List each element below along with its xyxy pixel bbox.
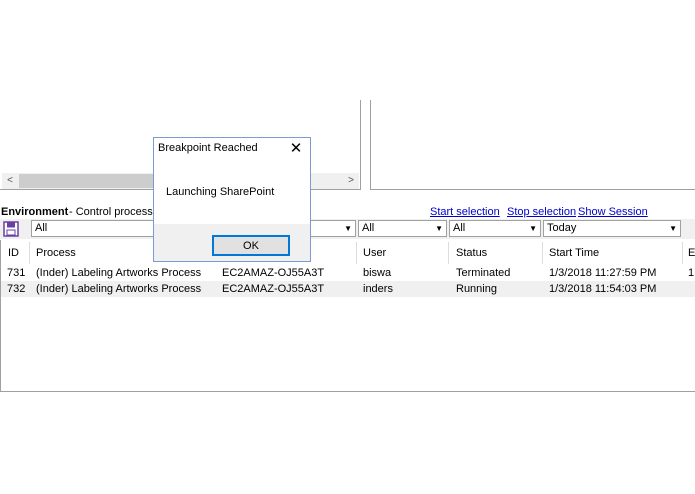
chevron-down-icon: ▼ <box>435 224 443 233</box>
column-separator <box>542 242 543 264</box>
close-icon[interactable]: ✕ <box>287 139 305 159</box>
column-separator <box>356 242 357 264</box>
column-separator <box>682 242 683 264</box>
row-user: inders <box>363 283 393 295</box>
row-id: 732 <box>7 283 26 295</box>
row-process: (Inder) Labeling Artworks Process <box>36 283 202 295</box>
user-filter-select[interactable]: All ▼ <box>358 220 447 237</box>
column-header-id[interactable]: ID <box>8 247 19 259</box>
status-filter-value: All <box>453 222 466 234</box>
row-user: biswa <box>363 267 392 279</box>
row-status: Running <box>456 283 497 295</box>
row-status: Terminated <box>456 267 511 279</box>
scroll-right-arrow-icon[interactable]: > <box>343 173 359 189</box>
dialog-title: Breakpoint Reached <box>158 142 258 154</box>
column-header-start-time[interactable]: Start Time <box>549 247 599 259</box>
environment-title: Environment <box>1 206 69 218</box>
column-header-end[interactable]: E <box>688 247 695 259</box>
ok-button[interactable]: OK <box>212 235 290 256</box>
column-header-user[interactable]: User <box>363 247 386 259</box>
row-resource: EC2AMAZ-OJ55A3T <box>222 283 325 295</box>
chevron-down-icon: ▼ <box>529 224 537 233</box>
status-filter-select[interactable]: All ▼ <box>449 220 541 237</box>
top-right-pane <box>370 100 695 190</box>
row-resource: EC2AMAZ-OJ55A3T <box>222 267 325 279</box>
row-id: 731 <box>7 267 26 279</box>
start-selection-link[interactable]: Start selection <box>430 206 500 218</box>
column-header-status[interactable]: Status <box>456 247 487 259</box>
column-separator <box>448 242 449 264</box>
row-start-time: 1/3/2018 11:27:59 PM <box>549 267 657 279</box>
row-start-time: 1/3/2018 11:54:03 PM <box>549 283 657 295</box>
row-process: (Inder) Labeling Artworks Process <box>36 267 202 279</box>
column-header-process[interactable]: Process <box>36 247 76 259</box>
process-filter-value: All <box>35 222 48 234</box>
environment-subtitle: - Control processe <box>69 206 159 218</box>
chevron-down-icon: ▼ <box>344 224 352 233</box>
sessions-grid <box>0 240 695 392</box>
row-end: 1 <box>688 267 695 279</box>
chevron-down-icon: ▼ <box>669 224 677 233</box>
scroll-thumb[interactable] <box>19 174 159 188</box>
dialog-message: Launching SharePoint <box>166 186 275 198</box>
stop-selection-link[interactable]: Stop selection <box>507 206 576 218</box>
user-filter-value: All <box>362 222 375 234</box>
scroll-left-arrow-icon[interactable]: < <box>2 173 18 189</box>
start-time-filter-value: Today <box>547 222 577 234</box>
save-icon[interactable] <box>3 221 19 237</box>
column-separator <box>29 242 30 264</box>
start-time-filter-select[interactable]: Today ▼ <box>543 220 681 237</box>
